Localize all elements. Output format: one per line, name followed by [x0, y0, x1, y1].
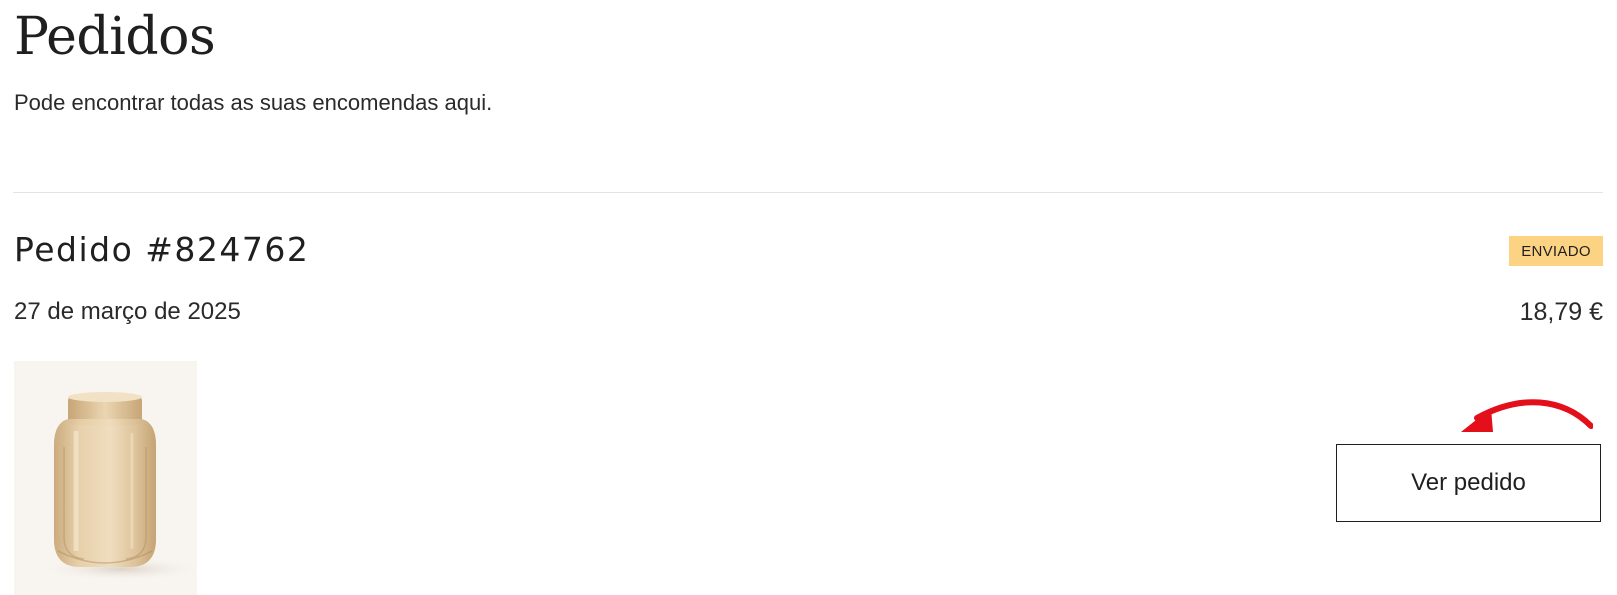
- order-date: 27 de março de 2025: [14, 298, 241, 325]
- glass-vase-icon: [14, 361, 197, 595]
- annotation-arrow-icon: [1461, 399, 1593, 432]
- page-subtitle: Pode encontrar todas as suas encomendas …: [14, 90, 493, 115]
- order-title: Pedido #824762: [14, 230, 310, 269]
- product-thumbnail[interactable]: [14, 361, 197, 595]
- status-badge: ENVIADO: [1509, 236, 1603, 266]
- section-divider: [13, 192, 1603, 193]
- order-total: 18,79 €: [1519, 298, 1603, 326]
- page-title: Pedidos: [14, 7, 216, 67]
- view-order-button[interactable]: Ver pedido: [1336, 444, 1601, 522]
